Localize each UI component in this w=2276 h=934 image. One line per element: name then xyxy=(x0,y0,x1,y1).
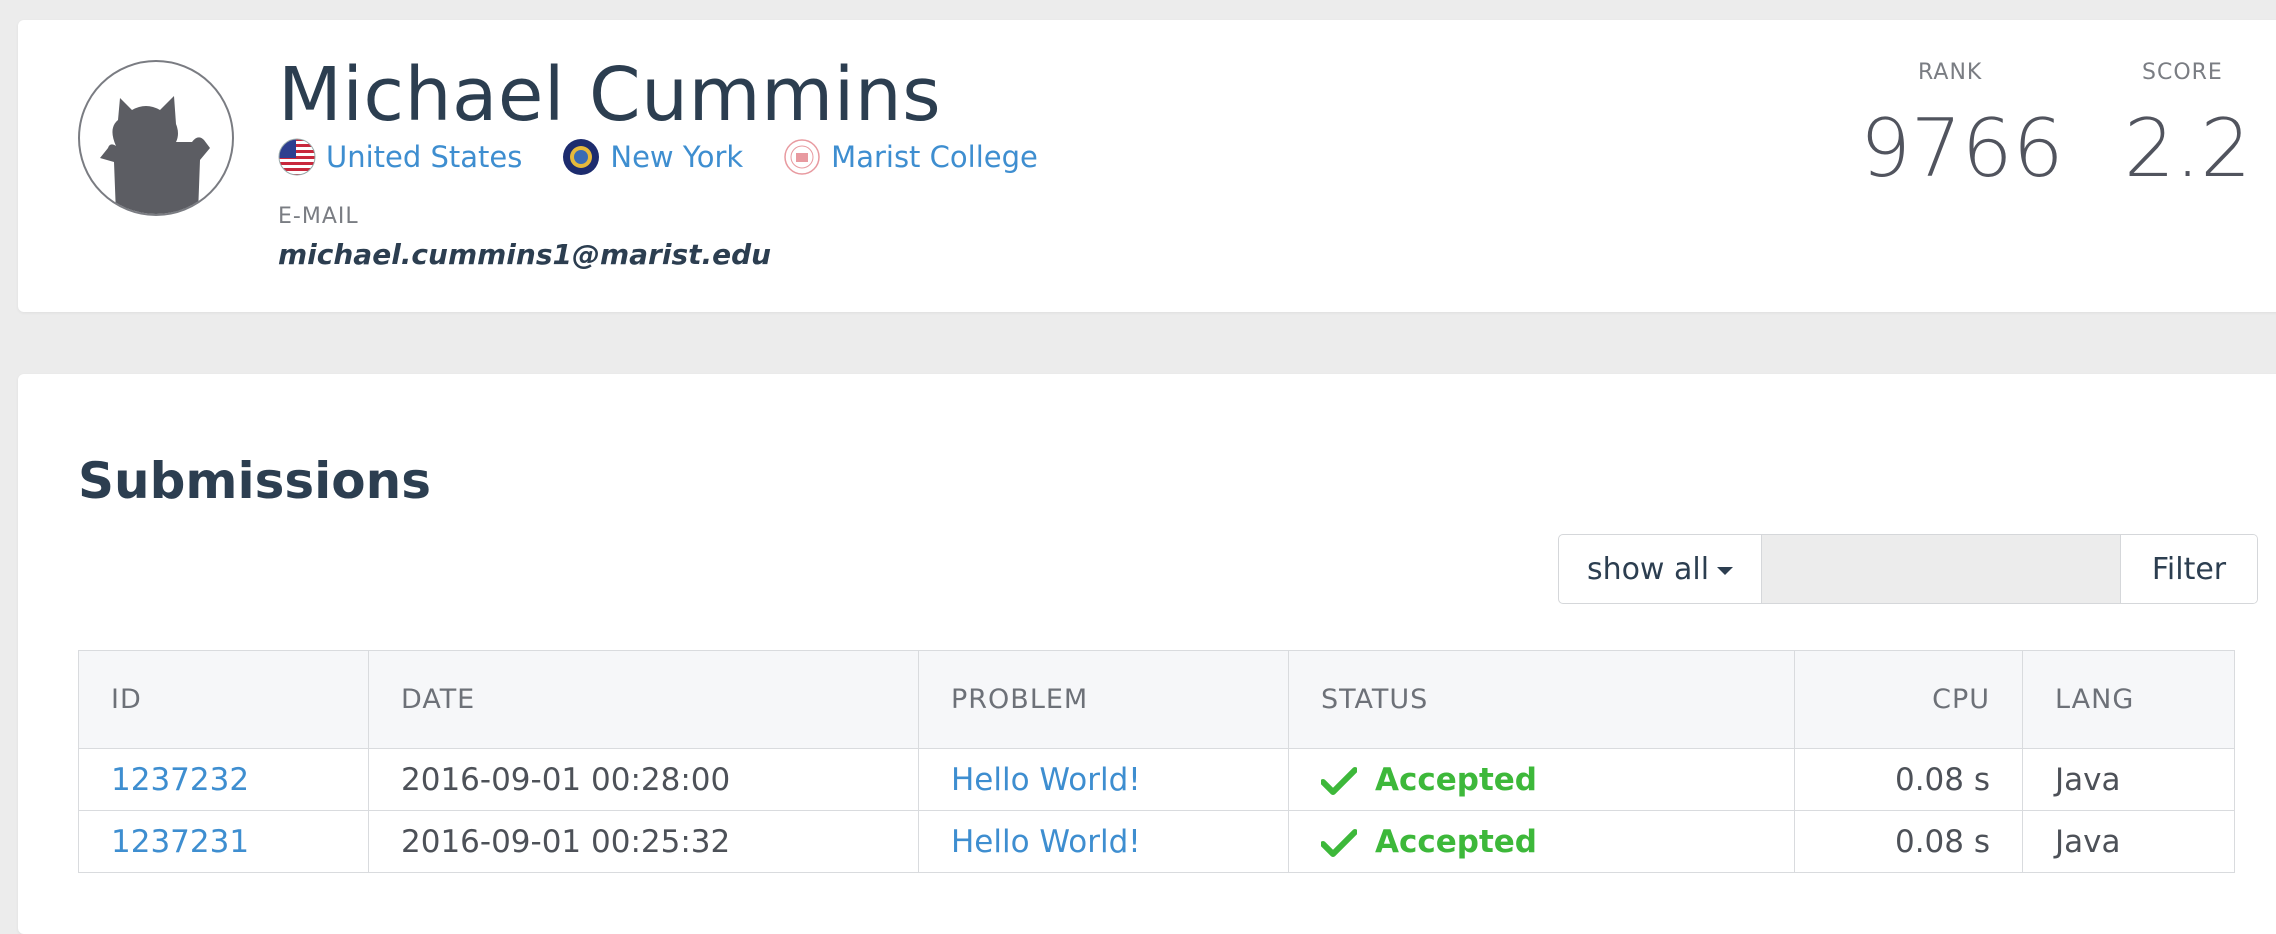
status-cell: Accepted xyxy=(1288,748,1795,811)
status-filter-dropdown[interactable]: show all xyxy=(1559,535,1762,603)
email-value: michael.cummins1@marist.edu xyxy=(278,238,772,271)
submissions-card: Submissions show all Filter ID DATE PROB… xyxy=(18,374,2276,934)
rank-label: RANK xyxy=(1918,60,1983,85)
profile-name: Michael Cummins xyxy=(278,52,942,138)
column-header-date[interactable]: DATE xyxy=(368,650,919,749)
column-header-lang[interactable]: LANG xyxy=(2022,650,2235,749)
country-link[interactable]: United States xyxy=(278,138,522,176)
filter-bar: show all Filter xyxy=(1558,534,2258,604)
language: Java xyxy=(2022,810,2235,873)
submission-date: 2016-09-01 00:25:32 xyxy=(368,810,919,873)
status-cell: Accepted xyxy=(1288,810,1795,873)
filter-button[interactable]: Filter xyxy=(2120,535,2257,603)
submission-id-link[interactable]: 1237232 xyxy=(111,762,249,798)
caret-down-icon xyxy=(1717,567,1734,575)
cat-silhouette-icon xyxy=(100,96,210,214)
table-row: 1237231 2016-09-01 00:25:32 Hello World!… xyxy=(78,810,2235,873)
submission-id-link[interactable]: 1237231 xyxy=(111,824,249,860)
state-link[interactable]: New York xyxy=(562,138,743,176)
submissions-table: ID DATE PROBLEM STATUS CPU LANG 1237232 … xyxy=(78,650,2235,873)
score-value: 2.2 xyxy=(2124,102,2252,195)
problem-link[interactable]: Hello World! xyxy=(951,824,1141,860)
profile-card: Michael Cummins United States New York M… xyxy=(18,20,2276,312)
new-york-seal-icon xyxy=(562,138,600,176)
email-label: E-MAIL xyxy=(278,204,359,229)
us-flag-icon xyxy=(278,138,316,176)
cpu-time: 0.08 s xyxy=(1794,748,2023,811)
checkmark-icon xyxy=(1321,829,1357,857)
marist-college-seal-icon xyxy=(783,138,821,176)
table-header-row: ID DATE PROBLEM STATUS CPU LANG xyxy=(78,650,2235,749)
avatar xyxy=(78,60,234,216)
column-header-cpu[interactable]: CPU xyxy=(1794,650,2023,749)
score-label: SCORE xyxy=(2142,60,2223,85)
affiliations: United States New York Marist College xyxy=(278,138,1078,176)
filter-input[interactable] xyxy=(1762,535,2120,603)
table-row: 1237232 2016-09-01 00:28:00 Hello World!… xyxy=(78,748,2235,811)
cpu-time: 0.08 s xyxy=(1794,810,2023,873)
language: Java xyxy=(2022,748,2235,811)
rank-value: 9766 xyxy=(1860,102,2064,195)
status-label: Accepted xyxy=(1375,823,1537,860)
dropdown-label: show all xyxy=(1586,551,1710,587)
column-header-id[interactable]: ID xyxy=(78,650,369,749)
submissions-table-wrap: ID DATE PROBLEM STATUS CPU LANG 1237232 … xyxy=(78,650,2235,873)
section-title: Submissions xyxy=(78,452,432,510)
problem-link[interactable]: Hello World! xyxy=(951,762,1141,798)
school-label: Marist College xyxy=(831,140,1038,174)
column-header-status[interactable]: STATUS xyxy=(1288,650,1795,749)
state-label: New York xyxy=(610,140,744,174)
country-label: United States xyxy=(326,140,523,174)
submission-date: 2016-09-01 00:28:00 xyxy=(368,748,919,811)
school-link[interactable]: Marist College xyxy=(783,138,1038,176)
status-label: Accepted xyxy=(1375,761,1537,798)
column-header-problem[interactable]: PROBLEM xyxy=(918,650,1289,749)
checkmark-icon xyxy=(1321,767,1357,795)
